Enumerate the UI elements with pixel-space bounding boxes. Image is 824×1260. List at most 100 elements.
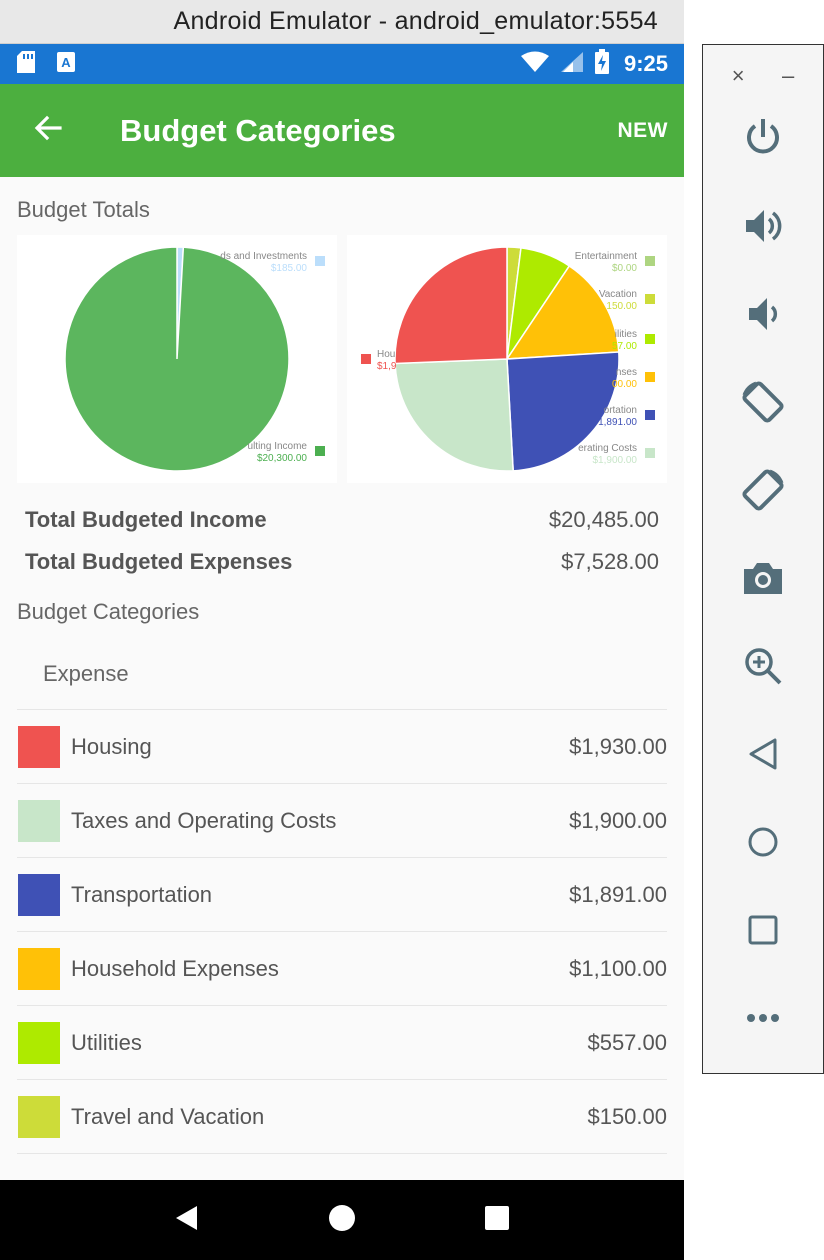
legend-label: Vacation — [599, 289, 637, 300]
color-swatch — [18, 1095, 60, 1138]
expense-pie-chart: Entertainment$0.00 Vacation150.00 ilities5… — [361, 246, 655, 472]
legend-value: $1,900.00 — [593, 455, 638, 466]
sd-card-icon — [16, 50, 36, 79]
legend-value: $185.00 — [271, 263, 308, 274]
volume-up-icon — [743, 206, 783, 251]
new-button[interactable]: NEW — [618, 119, 669, 143]
zoom-icon — [743, 646, 783, 691]
color-swatch — [18, 1021, 60, 1064]
status-time: 9:25 — [623, 51, 668, 76]
legend-swatch — [315, 256, 325, 266]
nav-recents-button[interactable] — [477, 1200, 517, 1240]
total-expenses-row: Total Budgeted Expenses $7,528.00 — [25, 549, 659, 575]
legend-label: Hou — [377, 349, 395, 360]
volume-up-button[interactable] — [733, 198, 793, 258]
app-bar: Budget Categories NEW — [0, 84, 684, 177]
screenshot-button[interactable] — [733, 550, 793, 610]
legend-label: ds and Investments — [220, 251, 307, 262]
more-icon — [745, 1011, 781, 1029]
svg-text:A: A — [61, 55, 71, 70]
legend-swatch — [645, 294, 655, 304]
content-scroll[interactable]: Budget Totals ds and Investments $185.00 u… — [0, 177, 684, 1180]
expense-chart-card: Entertainment $0.00 Vacation 150.00 ilities 5… — [347, 235, 667, 483]
emulator-window: Android Emulator - android_emulator:5554… — [0, 0, 684, 1260]
a-notification-icon: A — [56, 51, 76, 78]
navigation-bar — [0, 1180, 684, 1260]
total-income-label: Total Budgeted Income — [25, 507, 267, 532]
legend-swatch — [361, 354, 371, 364]
home-button-toolbar[interactable] — [733, 814, 793, 874]
window-title-bar: Android Emulator - android_emulator:5554 — [0, 0, 684, 44]
color-swatch — [18, 873, 60, 916]
category-row-utilities[interactable]: Utilities $557.00 — [17, 1006, 667, 1080]
rotate-right-button[interactable] — [733, 462, 793, 522]
volume-down-button[interactable] — [733, 286, 793, 346]
home-icon — [745, 824, 781, 865]
nav-back-icon — [173, 1204, 201, 1237]
more-button[interactable] — [733, 990, 793, 1050]
category-row-transportation[interactable]: Transportation $1,891.00 — [17, 858, 667, 932]
battery-charging-icon — [594, 48, 610, 80]
category-list: Housing $1,930.00 Taxes and Operating Co… — [17, 709, 667, 1154]
total-expenses-value: $7,528.00 — [561, 549, 659, 574]
category-row-taxes[interactable]: Taxes and Operating Costs $1,900.00 — [17, 784, 667, 858]
income-pie-chart: ds and Investments$185.00 ulting Income$2… — [64, 246, 325, 472]
total-expenses-label: Total Budgeted Expenses — [25, 549, 293, 574]
category-row-household[interactable]: Household Expenses $1,100.00 — [17, 932, 667, 1006]
arrow-back-icon — [33, 113, 63, 148]
legend-swatch — [645, 410, 655, 420]
zoom-button[interactable] — [733, 638, 793, 698]
signal-icon — [560, 51, 584, 78]
nav-home-button[interactable] — [322, 1200, 362, 1240]
rotate-left-icon — [740, 379, 786, 430]
overview-button-toolbar[interactable] — [733, 902, 793, 962]
legend-label: nses — [616, 367, 637, 378]
color-swatch — [18, 947, 60, 990]
section-title-categories: Budget Categories — [17, 599, 200, 624]
category-row-travel[interactable]: Travel and Vacation $150.00 — [17, 1080, 667, 1154]
category-name: Transportation — [71, 881, 213, 907]
legend-value: $20,300.00 — [257, 453, 307, 464]
legend-value: 150.00 — [606, 301, 637, 312]
power-icon — [743, 117, 783, 162]
legend-value: $0.00 — [612, 263, 637, 274]
category-row-housing[interactable]: Housing $1,930.00 — [17, 710, 667, 784]
back-button-toolbar[interactable] — [733, 726, 793, 786]
volume-down-icon — [743, 294, 783, 339]
legend-value: 00.00 — [612, 379, 637, 390]
legend-value: 57.00 — [612, 341, 637, 352]
page-title: Budget Categories — [120, 112, 396, 148]
back-button[interactable] — [28, 111, 68, 151]
legend-swatch — [645, 334, 655, 344]
category-amount: $1,891.00 — [569, 881, 667, 907]
legend-value: $1,9 — [377, 361, 397, 372]
color-swatch — [18, 799, 60, 842]
category-amount: $1,900.00 — [569, 807, 667, 833]
legend-label: ilities — [615, 329, 637, 340]
nav-back-button[interactable] — [167, 1200, 207, 1240]
section-title-totals: Budget Totals — [17, 197, 150, 222]
category-name: Travel and Vacation — [71, 1103, 265, 1129]
nav-home-icon — [328, 1204, 356, 1237]
rotate-left-button[interactable] — [733, 374, 793, 434]
rotate-right-icon — [740, 467, 786, 518]
legend-swatch — [315, 446, 325, 456]
legend-label: ulting Income — [248, 441, 308, 452]
back-icon — [745, 736, 781, 777]
category-amount: $1,100.00 — [569, 955, 667, 981]
total-income-row: Total Budgeted Income $20,485.00 — [25, 507, 659, 533]
legend-swatch — [645, 372, 655, 382]
window-title: Android Emulator - android_emulator:5554 — [173, 7, 658, 35]
pie-slice-housing — [394, 246, 508, 365]
camera-icon — [742, 559, 784, 602]
status-bar: A 9:25 — [0, 44, 684, 84]
wifi-icon — [520, 51, 550, 78]
close-icon[interactable]: × — [732, 63, 745, 89]
category-name: Household Expenses — [71, 955, 279, 981]
category-name: Utilities — [71, 1029, 142, 1055]
category-amount: $1,930.00 — [569, 733, 667, 759]
emulator-side-toolbar: × – — [702, 44, 824, 1074]
legend-label: ortation — [604, 405, 637, 416]
power-button[interactable] — [733, 109, 793, 169]
minimize-icon[interactable]: – — [782, 63, 794, 89]
